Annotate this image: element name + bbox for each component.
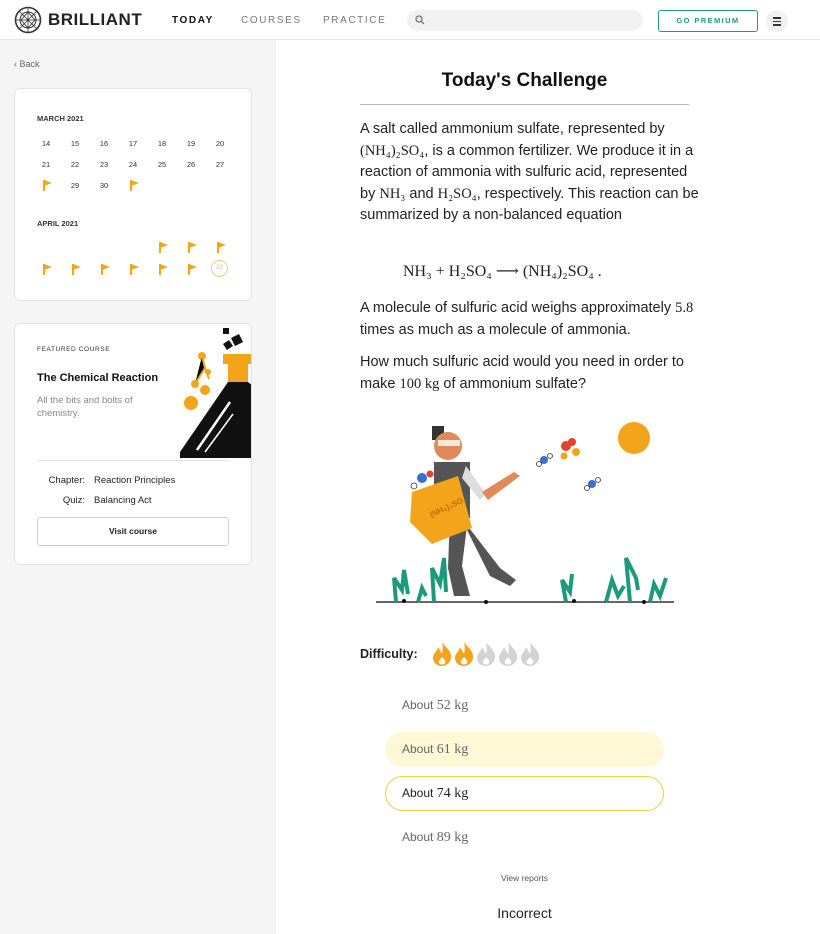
flame-empty-icon xyxy=(499,642,518,666)
flame-filled-icon xyxy=(433,642,452,666)
brilliant-logo-icon xyxy=(14,6,42,34)
calendar-day[interactable]: 19 xyxy=(181,139,201,148)
tab-courses[interactable]: COURSES xyxy=(241,15,302,26)
visit-course-button[interactable]: Visit course xyxy=(37,517,229,546)
chemistry-flask-illustration xyxy=(180,328,251,458)
tab-today[interactable]: TODAY xyxy=(172,15,214,26)
streak-flag-icon xyxy=(43,180,53,191)
formula-ammonia: NH₃ xyxy=(379,185,406,202)
view-reports-link[interactable]: View reports xyxy=(360,873,689,883)
featured-course-card: FEATURED COURSE The Chemical Reaction Al… xyxy=(14,323,252,565)
streak-flag-icon xyxy=(72,264,82,275)
search-input[interactable] xyxy=(407,10,643,31)
problem-paragraph-2: A molecule of sulfuric acid weighs appro… xyxy=(360,300,694,338)
chevron-left-icon: ‹ xyxy=(14,59,17,69)
streak-flag-icon xyxy=(101,264,111,275)
calendar-day[interactable]: 14 xyxy=(36,139,56,148)
page-title: Today's Challenge xyxy=(441,70,608,91)
streak-flag-icon xyxy=(159,264,169,275)
calendar-day[interactable]: 20 xyxy=(210,139,230,148)
calendar-day[interactable]: 15 xyxy=(65,139,85,148)
title-divider xyxy=(360,104,689,105)
course-description: All the bits and bolts of chemistry. xyxy=(37,395,133,419)
streak-flag-icon xyxy=(217,242,227,253)
featured-label: FEATURED COURSE xyxy=(37,346,111,353)
chapter-label: Chapter: xyxy=(48,475,85,486)
quiz-label: Quiz: xyxy=(62,495,85,506)
calendar-day[interactable]: 16 xyxy=(94,139,114,148)
flame-empty-icon xyxy=(521,642,540,666)
go-premium-button[interactable]: GO PREMIUM xyxy=(658,10,758,32)
calendar-day[interactable]: 27 xyxy=(210,160,230,169)
search-icon xyxy=(415,15,425,25)
streak-flag-icon xyxy=(43,264,53,275)
calendar-day[interactable]: 26 xyxy=(181,160,201,169)
flame-filled-icon xyxy=(455,642,474,666)
tab-practice[interactable]: PRACTICE xyxy=(323,15,386,26)
answer-result: Incorrect xyxy=(497,905,552,921)
streak-flag-icon xyxy=(130,180,140,191)
calendar-day[interactable]: 17 xyxy=(123,139,143,148)
hamburger-menu-icon[interactable] xyxy=(766,10,788,32)
streak-flag-icon xyxy=(130,264,140,275)
streak-flag-icon xyxy=(188,242,198,253)
answer-choice-4[interactable]: About 89 kg xyxy=(385,820,664,855)
calendar-day[interactable]: 30 xyxy=(94,181,114,190)
calendar-today-day[interactable]: 10 xyxy=(211,260,228,277)
streak-flag-icon xyxy=(159,242,169,253)
streak-calendar: MARCH 2021 APRIL 2021 10 14 15 16 17 18 19 20 2… xyxy=(14,88,252,301)
formula-sulfuric-acid: H₂SO₄ xyxy=(437,185,477,202)
calendar-day[interactable]: 22 xyxy=(65,160,85,169)
flame-empty-icon xyxy=(477,642,496,666)
top-navigation: BRILLIANT TODAY COURSES PRACTICE GO PREM… xyxy=(0,0,820,40)
calendar-day[interactable]: 21 xyxy=(36,160,56,169)
calendar-month-march: MARCH 2021 xyxy=(37,114,84,123)
difficulty-label: Difficulty: xyxy=(360,647,418,661)
answer-choice-1[interactable]: About 52 kg xyxy=(385,688,664,723)
chapter-value: Reaction Principles xyxy=(94,475,176,486)
calendar-day[interactable]: 18 xyxy=(152,139,172,148)
sidebar: ‹ Back MARCH 2021 APRIL 2021 10 14 15 16 17… xyxy=(0,40,276,934)
quiz-value: Balancing Act xyxy=(94,495,152,506)
course-title[interactable]: The Chemical Reaction xyxy=(37,372,158,384)
streak-flag-icon xyxy=(188,264,198,275)
calendar-day[interactable]: 25 xyxy=(152,160,172,169)
back-link[interactable]: ‹ Back xyxy=(14,59,40,69)
calendar-day[interactable]: 24 xyxy=(123,160,143,169)
difficulty-flames xyxy=(433,642,540,666)
brand-name: BRILLIANT xyxy=(48,10,143,29)
calendar-day[interactable]: 29 xyxy=(65,181,85,190)
farmer-carrying-fertilizer-illustration: (NH₄)₂SO₄ xyxy=(376,422,674,604)
problem-paragraph-1: A salt called ammonium sulfate, represen… xyxy=(360,121,699,223)
brand-logo[interactable]: BRILLIANT xyxy=(14,6,142,34)
calendar-day[interactable]: 23 xyxy=(94,160,114,169)
calendar-month-april: APRIL 2021 xyxy=(37,219,79,228)
answer-choice-2[interactable]: About 61 kg xyxy=(385,732,664,767)
answer-choice-3[interactable]: About 74 kg xyxy=(385,776,664,811)
divider xyxy=(37,460,229,461)
reaction-equation: NH₃ + H₂SO₄ ⟶ (NH₄)₂SO₄ . xyxy=(403,263,602,280)
problem-question: How much sulfuric acid would you need in… xyxy=(360,354,684,392)
formula-ammonium-sulfate: (NH₄)₂SO₄ xyxy=(360,142,425,159)
